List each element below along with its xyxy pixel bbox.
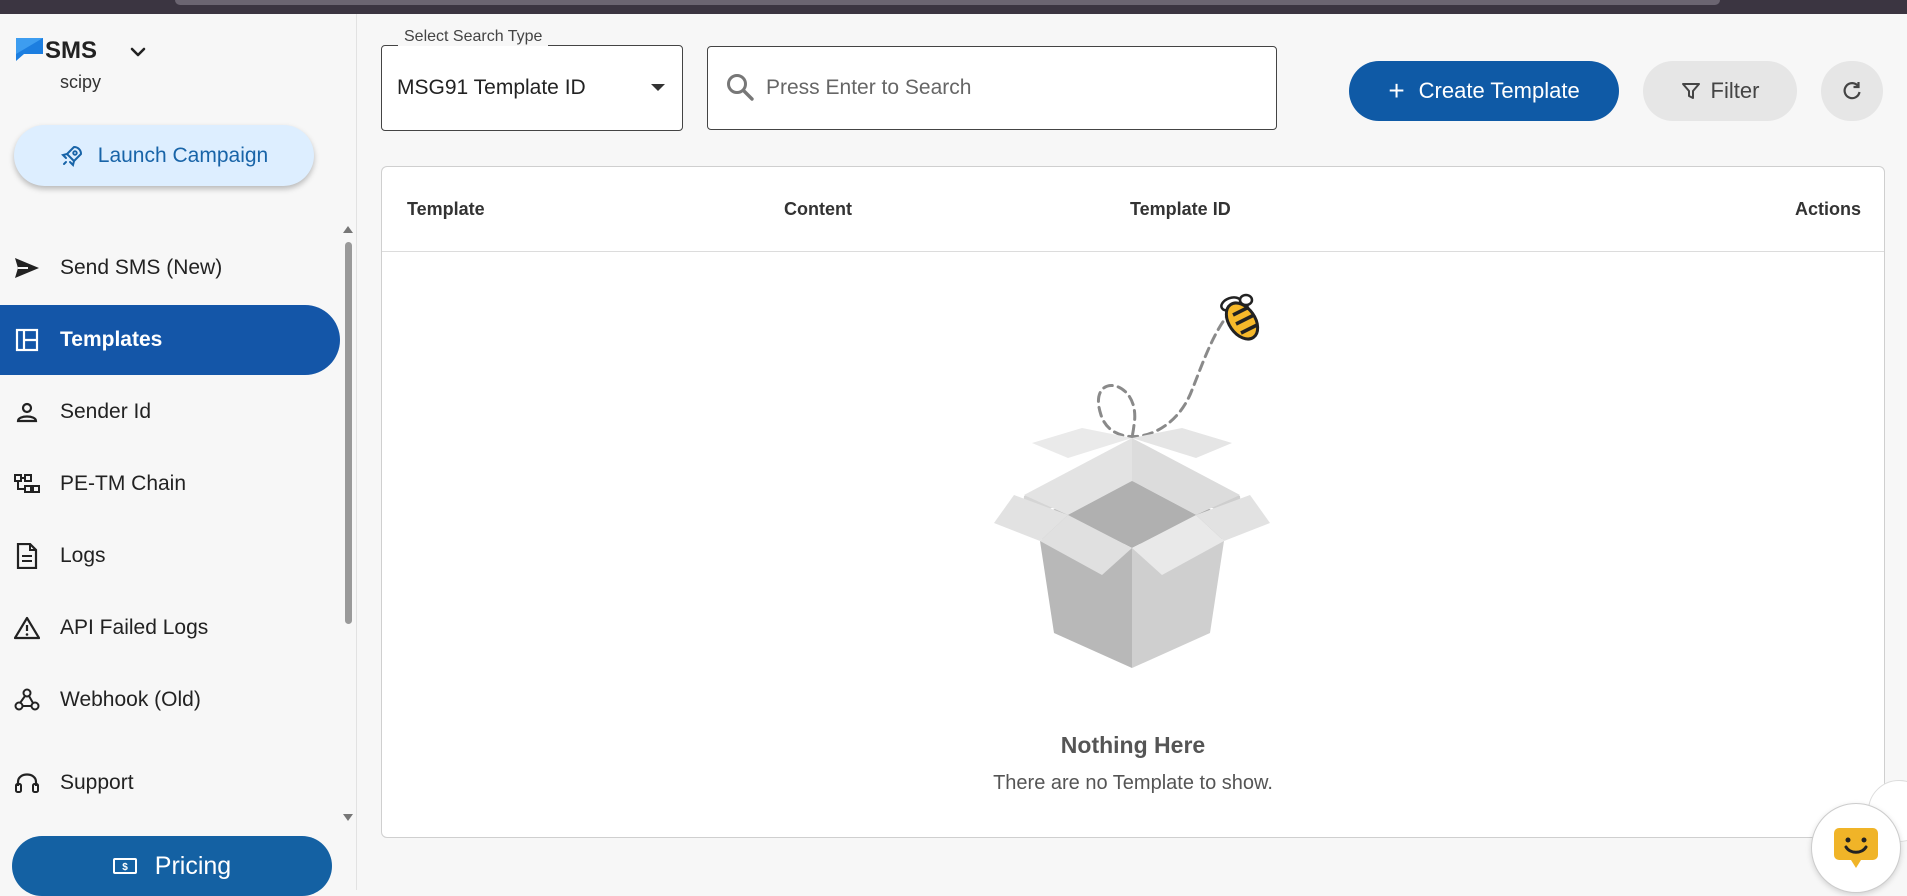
brand-switcher[interactable] [14, 36, 45, 62]
sidebar-item-label: Support [60, 771, 134, 794]
money-icon: $ [112, 858, 137, 874]
sidebar-item-logs[interactable]: Logs [0, 521, 340, 591]
sidebar-scrollbar[interactable] [345, 242, 352, 624]
sidebar-item-label: Sender Id [60, 400, 152, 423]
warning-icon [13, 614, 41, 642]
launch-campaign-label: Launch Campaign [97, 143, 269, 167]
search-input[interactable] [764, 72, 1248, 104]
create-template-label: Create Template [1418, 78, 1580, 103]
rocket-icon [60, 145, 82, 167]
sidebar-item-label: PE-TM Chain [60, 472, 187, 495]
sidebar-item-webhook[interactable]: Webhook (Old) [0, 665, 340, 735]
caret-down-icon[interactable] [651, 84, 665, 91]
refresh-button[interactable] [1821, 61, 1883, 121]
column-header-template-id[interactable]: Template ID [1130, 199, 1231, 220]
chevron-down-icon[interactable] [128, 42, 148, 62]
filter-button[interactable]: Filter [1643, 61, 1797, 121]
sms-logo-icon [16, 38, 43, 61]
search-icon [727, 74, 754, 101]
sidebar-item-pe-tm-chain[interactable]: PE-TM Chain [0, 449, 340, 519]
webhook-icon [13, 686, 41, 714]
search-type-legend: Select Search Type [398, 28, 549, 46]
column-header-content[interactable]: Content [784, 199, 852, 220]
empty-state-subtitle: There are no Template to show. [993, 772, 1273, 794]
launch-campaign-button[interactable]: Launch Campaign [14, 125, 314, 186]
brand-subtitle: scipy [60, 72, 102, 92]
templates-table: Template Content Template ID Actions Not… [381, 166, 1885, 838]
chat-widget-button[interactable] [1811, 803, 1901, 893]
plus-icon: + [1388, 75, 1405, 106]
browser-top-bar [0, 0, 1907, 14]
scroll-up-arrow[interactable] [343, 226, 353, 233]
refresh-icon [1843, 82, 1861, 100]
sidebar-item-label: Send SMS (New) [60, 256, 223, 279]
empty-box-illustration [994, 293, 1270, 668]
pricing-button[interactable]: $ Pricing [12, 836, 332, 896]
chain-icon [13, 470, 41, 498]
create-template-button[interactable]: + Create Template [1349, 61, 1619, 121]
headset-icon [13, 769, 41, 797]
send-icon [13, 254, 41, 282]
empty-state-title: Nothing Here [1060, 732, 1206, 758]
scroll-down-arrow[interactable] [343, 814, 353, 821]
search-type-value[interactable]: MSG91 Template ID [397, 76, 586, 100]
brand-title[interactable]: SMS [45, 37, 97, 65]
browser-tab-strip [175, 0, 1720, 5]
sidebar: SMS scipy Launch Campaign Send SMS (New)… [0, 14, 357, 896]
person-icon [13, 398, 41, 426]
sidebar-item-send-sms[interactable]: Send SMS (New) [0, 233, 340, 303]
templates-icon [13, 326, 41, 354]
sidebar-item-sender-id[interactable]: Sender Id [0, 377, 340, 447]
chat-icon [1834, 828, 1878, 868]
sidebar-item-support[interactable]: Support [0, 748, 340, 818]
document-icon [13, 542, 41, 570]
svg-text:$: $ [122, 862, 128, 873]
pricing-label: Pricing [154, 851, 232, 880]
sidebar-item-api-failed-logs[interactable]: API Failed Logs [0, 593, 340, 663]
column-header-actions: Actions [1794, 199, 1861, 219]
sidebar-item-label: Templates [60, 328, 163, 351]
sidebar-item-label: API Failed Logs [60, 616, 209, 639]
column-header-template[interactable]: Template [407, 199, 485, 220]
sidebar-item-label: Logs [60, 544, 106, 567]
table-header: Template Content Template ID Actions [382, 167, 1884, 252]
filter-label: Filter [1710, 78, 1760, 103]
sidebar-item-templates[interactable]: Templates [0, 305, 340, 375]
filter-icon [1681, 83, 1700, 99]
sidebar-item-label: Webhook (Old) [60, 688, 201, 711]
